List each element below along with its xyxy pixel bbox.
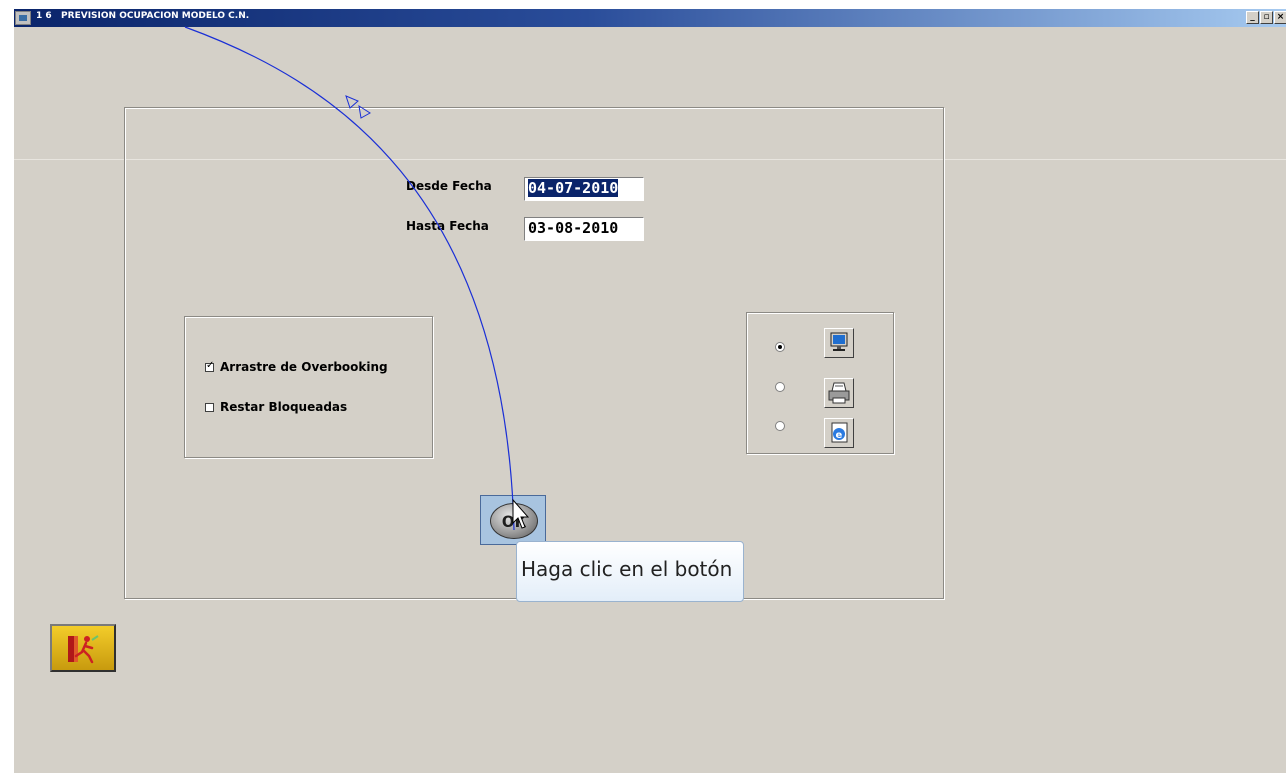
- checkbox-checked-icon[interactable]: [205, 360, 214, 372]
- window-title: 1 6 PREVISION OCUPACION MODELO C.N.: [36, 11, 250, 21]
- desde-fecha-label: Desde Fecha: [406, 179, 492, 193]
- hasta-fecha-label: Hasta Fecha: [406, 219, 489, 233]
- svg-text:e: e: [836, 430, 843, 441]
- exit-button[interactable]: [50, 624, 116, 672]
- close-button[interactable]: ×: [1274, 11, 1286, 24]
- tooltip: Haga clic en el botón: [516, 541, 744, 602]
- ok-button[interactable]: ok: [480, 495, 546, 545]
- hasta-fecha-value: 03-08-2010: [528, 219, 619, 237]
- options-frame: [184, 316, 433, 458]
- checkbox-unchecked-icon[interactable]: [205, 402, 214, 412]
- restar-bloqueadas-label: Restar Bloqueadas: [220, 400, 348, 414]
- output-frame: [746, 312, 894, 454]
- internet-explorer-icon[interactable]: e: [824, 418, 854, 448]
- application-window: 1 6 PREVISION OCUPACION MODELO C.N. _ ▫ …: [14, 9, 1286, 773]
- ok-oval-icon: ok: [490, 503, 538, 539]
- minimize-button[interactable]: _: [1246, 11, 1259, 24]
- restar-bloqueadas-checkbox[interactable]: Restar Bloqueadas: [205, 400, 347, 414]
- desde-fecha-input[interactable]: 04-07-2010: [524, 177, 644, 201]
- printer-icon[interactable]: [824, 378, 854, 408]
- arrastre-overbooking-label: Arrastre de Overbooking: [220, 360, 388, 374]
- exit-door-icon: [68, 635, 99, 664]
- output-printer-radio[interactable]: [775, 382, 785, 392]
- output-internet-radio[interactable]: [775, 421, 785, 431]
- hasta-fecha-input[interactable]: 03-08-2010: [524, 217, 644, 241]
- arrastre-overbooking-checkbox[interactable]: Arrastre de Overbooking: [205, 360, 388, 374]
- monitor-icon[interactable]: [824, 328, 854, 358]
- ok-label: ok: [501, 509, 527, 532]
- tooltip-text: Haga clic en el botón: [521, 557, 733, 581]
- output-screen-radio[interactable]: [775, 342, 785, 352]
- app-icon: [15, 11, 31, 25]
- desde-fecha-value: 04-07-2010: [528, 179, 619, 197]
- title-bar[interactable]: 1 6 PREVISION OCUPACION MODELO C.N. _ ▫ …: [14, 9, 1286, 27]
- restore-button[interactable]: ▫: [1260, 11, 1273, 24]
